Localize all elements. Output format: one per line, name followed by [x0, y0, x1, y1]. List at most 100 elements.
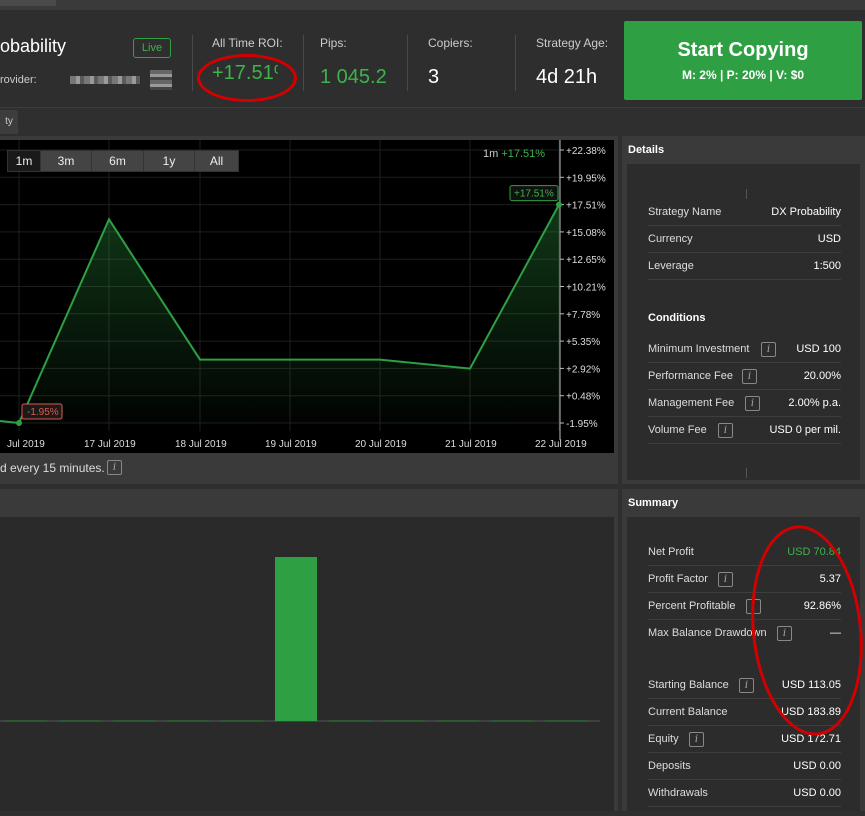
summary-row-label: Equity: [648, 733, 679, 745]
range-button-All[interactable]: All: [194, 150, 239, 172]
y-tick-label: +22.38%: [566, 146, 606, 157]
age-value: 4d 21h: [536, 66, 598, 88]
annotation-end-label: +17.51%: [514, 189, 554, 200]
bar[interactable]: [383, 720, 425, 722]
bar[interactable]: [491, 720, 533, 722]
divider-tick: [746, 468, 747, 478]
bar[interactable]: [59, 720, 101, 722]
copiers-value: 3: [428, 66, 440, 88]
annotation-end: +17.51%: [509, 185, 559, 202]
header-separator: [515, 35, 516, 91]
trades-chart: [0, 517, 614, 811]
x-tick-label: 20 Jul 2019: [355, 439, 407, 450]
equity-chart-svg: +22.38% +19.95% +17.51% +15.08% +12.65% +10.2…: [0, 140, 606, 450]
conditions-row: Minimum Investment i USD 100: [648, 336, 841, 363]
legend-range: 1m: [483, 148, 499, 160]
age-label: Strategy Age:: [536, 36, 609, 50]
bar[interactable]: [275, 557, 317, 721]
summary-row-value: USD 0.00: [793, 760, 841, 772]
range-button-1m[interactable]: 1m: [7, 150, 41, 172]
summary-row-label: Profit Factor: [648, 573, 708, 585]
x-tick-label: 22 Jul 2019: [535, 439, 587, 450]
chart-legend: 1m +17.51%: [483, 148, 545, 160]
legend-value: +17.51%: [501, 148, 546, 160]
equity-point[interactable]: [556, 201, 562, 208]
info-icon[interactable]: i: [718, 423, 733, 438]
bar[interactable]: [221, 720, 263, 722]
equity-point[interactable]: [16, 420, 22, 426]
header-separator: [407, 35, 408, 91]
annotation-start: -1.95%: [21, 403, 63, 420]
top-tab[interactable]: [0, 0, 56, 6]
conditions-row: Volume Fee i USD 0 per mil.: [648, 417, 841, 444]
highlight-circle-roi: [197, 54, 297, 102]
conditions-row-label: Volume Fee: [648, 424, 707, 436]
y-tick-label: +5.35%: [566, 337, 600, 348]
y-tick-label: +0.48%: [566, 392, 600, 403]
details-row-value: 1:500: [813, 260, 841, 272]
summary-row-label: Current Balance: [648, 706, 728, 718]
y-tick-label: +17.51%: [566, 201, 606, 212]
summary-row-value: USD 0.00: [793, 787, 841, 799]
details-row-value: USD: [817, 233, 841, 245]
conditions-heading: Conditions: [648, 312, 706, 324]
provider-avatar-redacted: [150, 70, 172, 90]
y-tick-label: -1.95%: [566, 419, 598, 430]
range-button-3m[interactable]: 3m: [40, 150, 92, 172]
y-tick-label: +2.92%: [566, 364, 600, 375]
info-icon[interactable]: i: [689, 732, 704, 747]
tab-equity[interactable]: ty: [0, 110, 18, 134]
info-icon[interactable]: i: [107, 460, 122, 475]
divider-tick: [746, 189, 747, 199]
provider-name-redacted: [70, 76, 140, 84]
x-tick-label: Jul 2019: [7, 439, 45, 450]
x-tick-label: 21 Jul 2019: [445, 439, 497, 450]
summary-row-label: Percent Profitable: [648, 600, 736, 612]
pips-value: 1 045.2: [320, 66, 387, 88]
info-icon[interactable]: i: [718, 572, 733, 587]
summary-heading: Summary: [628, 497, 679, 509]
conditions-row-label: Performance Fee: [648, 370, 733, 382]
bar[interactable]: [545, 720, 587, 722]
details-row-value: DX Probability: [771, 206, 841, 218]
bar[interactable]: [113, 720, 155, 722]
trades-chart-svg: [0, 557, 600, 722]
conditions-row-value: USD 100: [796, 343, 841, 355]
x-tick-label: 19 Jul 2019: [265, 439, 317, 450]
info-icon[interactable]: i: [742, 369, 757, 384]
conditions-row: Management Fee i 2.00% p.a.: [648, 390, 841, 417]
y-tick-label: +10.21%: [566, 283, 606, 294]
bar[interactable]: [437, 720, 479, 722]
provider-label: rovider:: [0, 74, 37, 86]
range-button-6m[interactable]: 6m: [91, 150, 144, 172]
bar[interactable]: [167, 720, 209, 722]
details-heading: Details: [628, 144, 665, 156]
details-row: Currency USD: [648, 226, 841, 253]
summary-row-label: Net Profit: [648, 546, 694, 558]
summary-row: Withdrawals USD 0.00: [648, 780, 841, 807]
bar[interactable]: [5, 720, 47, 722]
pips-label: Pips:: [320, 36, 347, 50]
range-button-1y[interactable]: 1y: [143, 150, 195, 172]
y-tick-label: +15.08%: [566, 228, 606, 239]
copiers-label: Copiers:: [428, 36, 473, 50]
info-icon[interactable]: i: [761, 342, 776, 357]
summary-row-label: Max Balance Drawdown: [648, 627, 767, 639]
conditions-row: Performance Fee i 20.00%: [648, 363, 841, 390]
strategy-title: obability: [0, 36, 67, 56]
chart-footnote: d every 15 minutes.: [0, 461, 105, 475]
info-icon[interactable]: i: [739, 678, 754, 693]
bar[interactable]: [329, 720, 371, 722]
details-row-label: Leverage: [648, 260, 694, 272]
conditions-row-label: Minimum Investment: [648, 343, 750, 355]
roi-label: All Time ROI:: [212, 36, 283, 50]
y-tick-label: +19.95%: [566, 173, 606, 184]
info-icon[interactable]: i: [745, 396, 760, 411]
details-row-label: Currency: [648, 233, 693, 245]
start-copying-button[interactable]: Start Copying M: 2% | P: 20% | V: $0: [624, 21, 862, 100]
equity-chart: +22.38% +19.95% +17.51% +15.08% +12.65% +10.2…: [0, 140, 614, 453]
conditions-row-value: 20.00%: [803, 370, 841, 382]
start-copying-label: Start Copying: [677, 39, 809, 61]
y-tick-label: +12.65%: [566, 255, 606, 266]
x-tick-label: 17 Jul 2019: [84, 439, 136, 450]
